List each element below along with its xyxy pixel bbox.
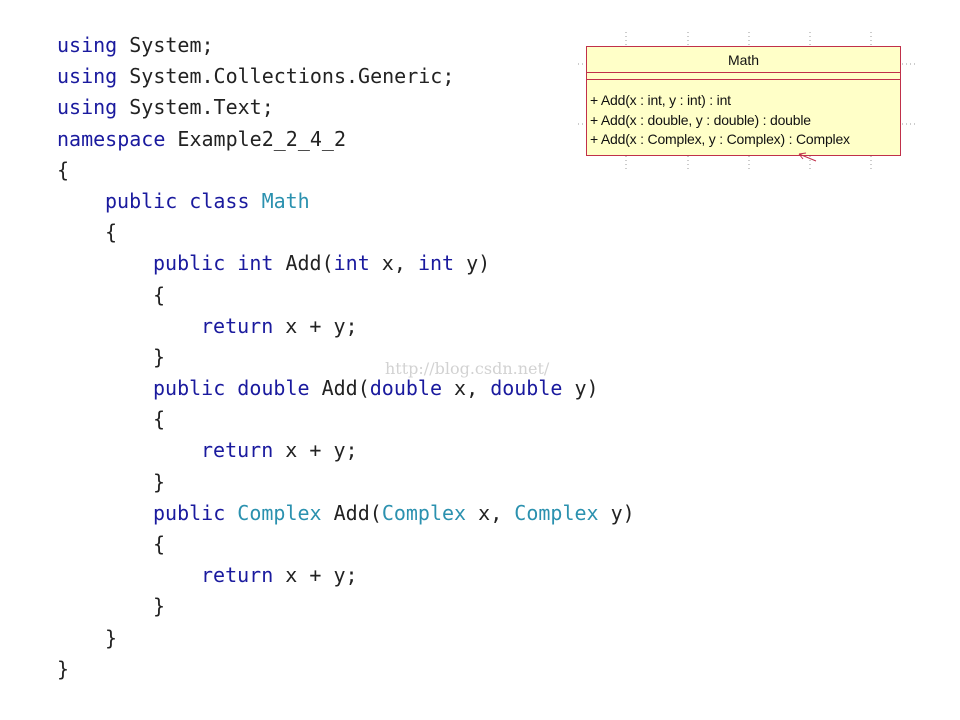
brace: {	[153, 532, 166, 556]
brace: {	[153, 407, 166, 432]
keyword: double	[237, 376, 310, 401]
code-text: x + y;	[273, 313, 358, 338]
code-line-16: public Complex Add(Complex x, Complex y)	[57, 498, 635, 529]
code-text: Example2_2_4_2	[165, 126, 346, 151]
keyword: using	[57, 33, 118, 57]
code-line-15: }	[57, 467, 635, 498]
keyword: using	[57, 64, 118, 89]
type-name: Complex	[381, 500, 467, 525]
brace: {	[57, 157, 70, 182]
keyword: double	[490, 376, 563, 401]
brace: }	[153, 594, 166, 619]
arrow-icon	[798, 152, 817, 162]
code-line-1: using System;	[57, 30, 635, 61]
code-block: using System; using System.Collections.Ge…	[57, 30, 635, 685]
code-text: x + y;	[273, 563, 358, 588]
brace: }	[105, 625, 118, 650]
code-line-2: using System.Collections.Generic;	[57, 61, 635, 92]
code-line-13: {	[57, 404, 635, 435]
keyword: public	[153, 500, 226, 525]
code-text: System.Collections.Generic;	[117, 64, 455, 89]
method-name: Add(	[321, 376, 370, 401]
code-line-14: return x + y;	[57, 435, 635, 466]
type-name: Math	[261, 188, 310, 213]
code-line-8: public int Add(int x, int y)	[57, 248, 635, 279]
code-text: x + y;	[273, 438, 358, 463]
param-name: x,	[466, 500, 515, 525]
param-name: y)	[562, 376, 599, 401]
code-line-18: return x + y;	[57, 560, 635, 591]
uml-class-name: Math	[587, 47, 900, 73]
keyword: return	[201, 563, 274, 588]
code-line-17: {	[57, 529, 635, 560]
param-name: y)	[598, 500, 635, 525]
code-line-6: public class Math	[57, 186, 635, 217]
code-line-4: namespace Example2_2_4_2	[57, 124, 635, 155]
code-text: System.Text;	[117, 95, 274, 120]
type-name: Complex	[237, 500, 322, 525]
code-line-19: }	[57, 591, 635, 622]
keyword: return	[201, 438, 274, 463]
uml-operations-compartment: + Add(x : int, y : int) : int + Add(x : …	[587, 80, 900, 150]
code-line-21: }	[57, 654, 635, 685]
keyword: int	[417, 251, 455, 276]
watermark: http://blog.csdn.net/	[385, 359, 550, 378]
keyword: public	[153, 251, 226, 276]
brace: }	[153, 344, 166, 369]
method-name: Add(	[285, 251, 334, 276]
code-line-9: {	[57, 280, 635, 311]
code-text: System;	[117, 33, 214, 57]
param-name: x,	[442, 376, 491, 401]
uml-attributes-compartment	[587, 73, 900, 80]
param-name: y)	[454, 251, 491, 276]
brace: }	[57, 656, 70, 681]
keyword: class	[189, 188, 250, 213]
keyword: namespace	[57, 126, 166, 151]
brace: {	[105, 220, 118, 245]
keyword: double	[369, 376, 443, 401]
method-name: Add(	[333, 500, 382, 525]
keyword: int	[333, 251, 370, 276]
brace: }	[153, 469, 166, 494]
code-line-3: using System.Text;	[57, 92, 635, 123]
uml-class-box[interactable]: Math + Add(x : int, y : int) : int + Add…	[586, 46, 901, 156]
keyword: public	[105, 188, 178, 213]
code-line-20: }	[57, 623, 635, 654]
type-name: Complex	[514, 500, 599, 525]
uml-operation: + Add(x : double, y : double) : double	[590, 111, 811, 128]
code-line-10: return x + y;	[57, 311, 635, 342]
keyword: return	[201, 313, 274, 338]
uml-operation: + Add(x : int, y : int) : int	[590, 92, 731, 108]
keyword: using	[57, 95, 118, 120]
code-line-7: {	[57, 217, 635, 248]
brace: {	[153, 282, 166, 307]
code-line-5: {	[57, 155, 635, 186]
keyword: int	[237, 251, 274, 276]
uml-operation: + Add(x : Complex, y : Complex) : Comple…	[590, 131, 850, 147]
param-name: x,	[369, 251, 418, 276]
keyword: public	[153, 376, 226, 401]
